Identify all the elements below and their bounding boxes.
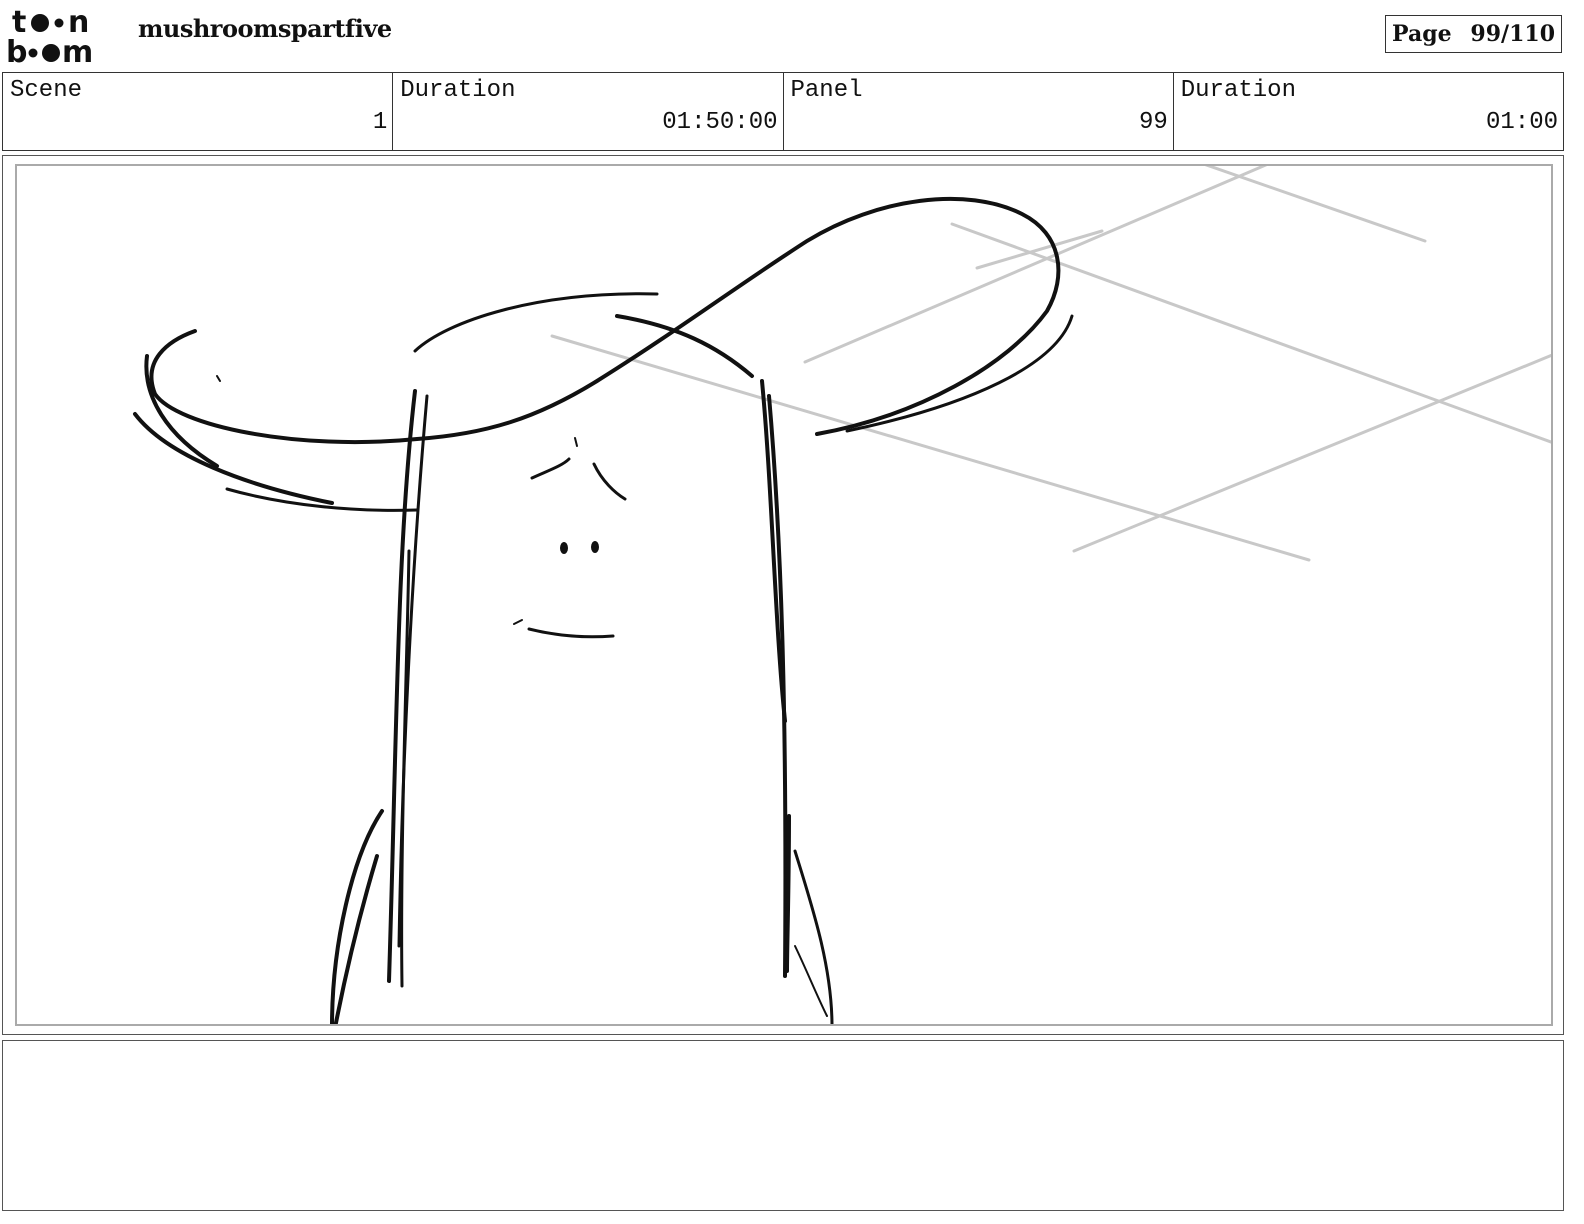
scene-duration-value: 01:50:00 (662, 109, 778, 136)
scene-duration-label: Duration (400, 77, 516, 104)
panel-cell: Panel 99 (784, 73, 1174, 150)
panel-frame (2, 155, 1564, 1035)
panel-image (15, 164, 1553, 1026)
svg-text:b: b (6, 35, 27, 66)
page-label: Page (1392, 21, 1452, 47)
panel-notes-area (2, 1040, 1564, 1211)
scene-cell: Scene 1 (3, 73, 394, 150)
svg-text:m: m (62, 35, 93, 66)
panel-duration-label: Duration (1180, 77, 1296, 104)
panel-duration-value: 01:00 (1485, 109, 1558, 136)
page-number: 99/110 (1470, 21, 1555, 47)
scene-value: 1 (372, 109, 388, 136)
project-title: mushroomspartfive (138, 14, 392, 43)
page-indicator: Page 99/110 (1385, 15, 1562, 53)
character-nostrils (560, 541, 599, 554)
toon-boom-logo: t n b m (6, 5, 118, 70)
panel-duration-cell: Duration 01:00 (1174, 73, 1563, 150)
scene-duration-cell: Duration 01:50:00 (393, 73, 784, 150)
perspective-guides (550, 166, 1551, 562)
panel-label: Panel (790, 77, 863, 104)
scene-info-bar: Scene 1 Duration 01:50:00 Panel 99 Durat… (2, 72, 1564, 151)
panel-value: 99 (1138, 109, 1168, 136)
scene-label: Scene (10, 77, 83, 104)
character-sketch (133, 196, 1074, 1024)
sketch-drawing (133, 166, 1551, 1024)
